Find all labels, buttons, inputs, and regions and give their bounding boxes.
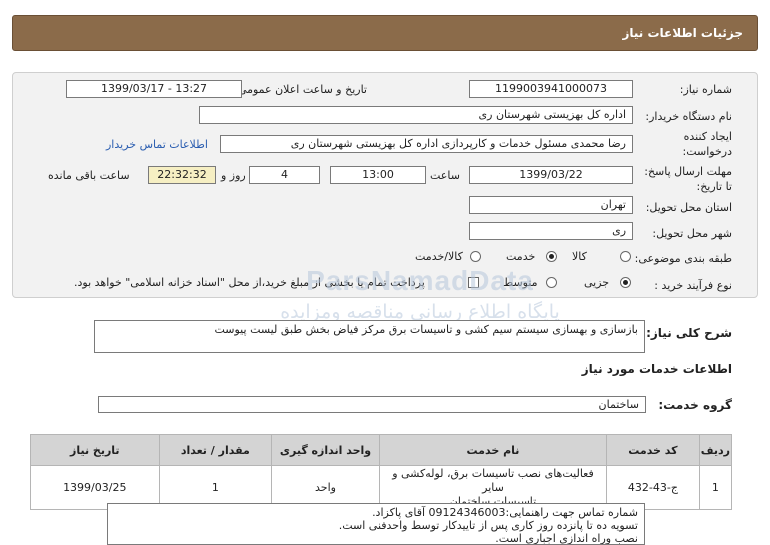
treasury-payment-note: پرداخت تمام یا بخشی از مبلغ خرید،از محل …: [74, 276, 425, 289]
remaining-time-label: ساعت باقی مانده: [48, 169, 130, 182]
process-minor-label: جزیی: [584, 276, 610, 289]
notes-line-1: شماره تماس جهت راهنمایی:09124346003 آقای…: [372, 506, 638, 519]
category-goods-label: کالا: [572, 250, 587, 263]
treasury-payment-checkbox[interactable]: [468, 277, 479, 288]
col-index-header: ردیف: [698, 434, 733, 466]
days-label: روز و: [221, 169, 246, 182]
description-label: شرح کلی نیاز:: [646, 326, 732, 340]
need-number-label: شماره نیاز:: [679, 83, 732, 96]
col-qty-header: مقدار / تعداد: [158, 434, 273, 466]
creator-label-line2: درخواست:: [682, 145, 732, 158]
category-goods-service-label: کالا/خدمت: [415, 250, 463, 263]
col-code-header: کد خدمت: [606, 434, 700, 466]
province-label: استان محل تحویل:: [645, 201, 732, 214]
process-minor-radio[interactable]: [620, 277, 631, 288]
col-name-header: نام خدمت: [378, 434, 608, 466]
table-header-row: ردیف کد خدمت نام خدمت واحد اندازه گیری م…: [30, 434, 733, 466]
process-label: نوع فرآیند خرید :: [654, 279, 732, 292]
col-unit-header: واحد اندازه گیری: [271, 434, 380, 466]
category-label: طبقه بندی موضوعی:: [634, 252, 732, 265]
col-date-header: تاریخ نیاز: [30, 434, 160, 466]
province-field: تهران: [469, 196, 633, 214]
days-remaining-field: 4: [249, 166, 320, 184]
category-service-label: خدمت: [506, 250, 536, 263]
buyer-notes-box: شماره تماس جهت راهنمایی:09124346003 آقای…: [107, 503, 645, 545]
page-title: جزئیات اطلاعات نیاز: [622, 26, 743, 40]
need-number-field: 1199003941000073: [469, 80, 633, 98]
category-service-radio[interactable]: [546, 251, 557, 262]
buyer-org-field: اداره کل بهزیستی شهرستان ری: [199, 106, 633, 124]
notes-line-3: نصب وراه اندازی اجباری است.: [495, 532, 638, 545]
deadline-time-label: ساعت: [430, 169, 460, 182]
announce-datetime-label: تاریخ و ساعت اعلان عمومی:: [234, 83, 367, 96]
creator-field: رضا محمدی مسئول خدمات و کارپردازی اداره …: [220, 135, 633, 153]
category-goods-service-radio[interactable]: [470, 251, 481, 262]
buyer-org-label: نام دستگاه خریدار:: [645, 110, 732, 123]
city-field: ری: [469, 222, 633, 240]
services-section-title: اطلاعات خدمات مورد نیاز: [581, 362, 732, 376]
deadline-label-line1: مهلت ارسال پاسخ:: [644, 165, 732, 178]
announce-datetime-field: 1399/03/17 - 13:27: [66, 80, 242, 98]
category-goods-radio[interactable]: [620, 251, 631, 262]
process-medium-radio[interactable]: [546, 277, 557, 288]
services-table: ردیف کد خدمت نام خدمت واحد اندازه گیری م…: [30, 434, 733, 511]
deadline-label-line2: تا تاریخ:: [696, 180, 732, 193]
notes-line-2: تسویه ده تا پانزده روز کاری پس از تاییدک…: [338, 519, 638, 532]
remaining-time-field: 22:32:32: [148, 166, 216, 184]
buyer-contact-link[interactable]: اطلاعات تماس خریدار: [106, 138, 208, 151]
service-group-label: گروه خدمت:: [658, 398, 732, 412]
service-group-field: ساختمان: [98, 396, 646, 413]
city-label: شهر محل تحویل:: [652, 227, 732, 240]
process-medium-label: متوسط: [503, 276, 538, 289]
cell-name-line1: فعالیت‌های نصب تاسیسات برق، لوله‌کشی و س…: [392, 467, 594, 494]
page-header: جزئیات اطلاعات نیاز: [12, 15, 758, 51]
cell-index: 1: [698, 464, 733, 511]
deadline-date-field: 1399/03/22: [469, 166, 633, 184]
creator-label-line1: ایجاد کننده: [683, 130, 732, 143]
description-field: بازسازی و بهسازی سیستم سیم کشی و تاسیسات…: [94, 320, 645, 353]
deadline-time-field: 13:00: [330, 166, 426, 184]
